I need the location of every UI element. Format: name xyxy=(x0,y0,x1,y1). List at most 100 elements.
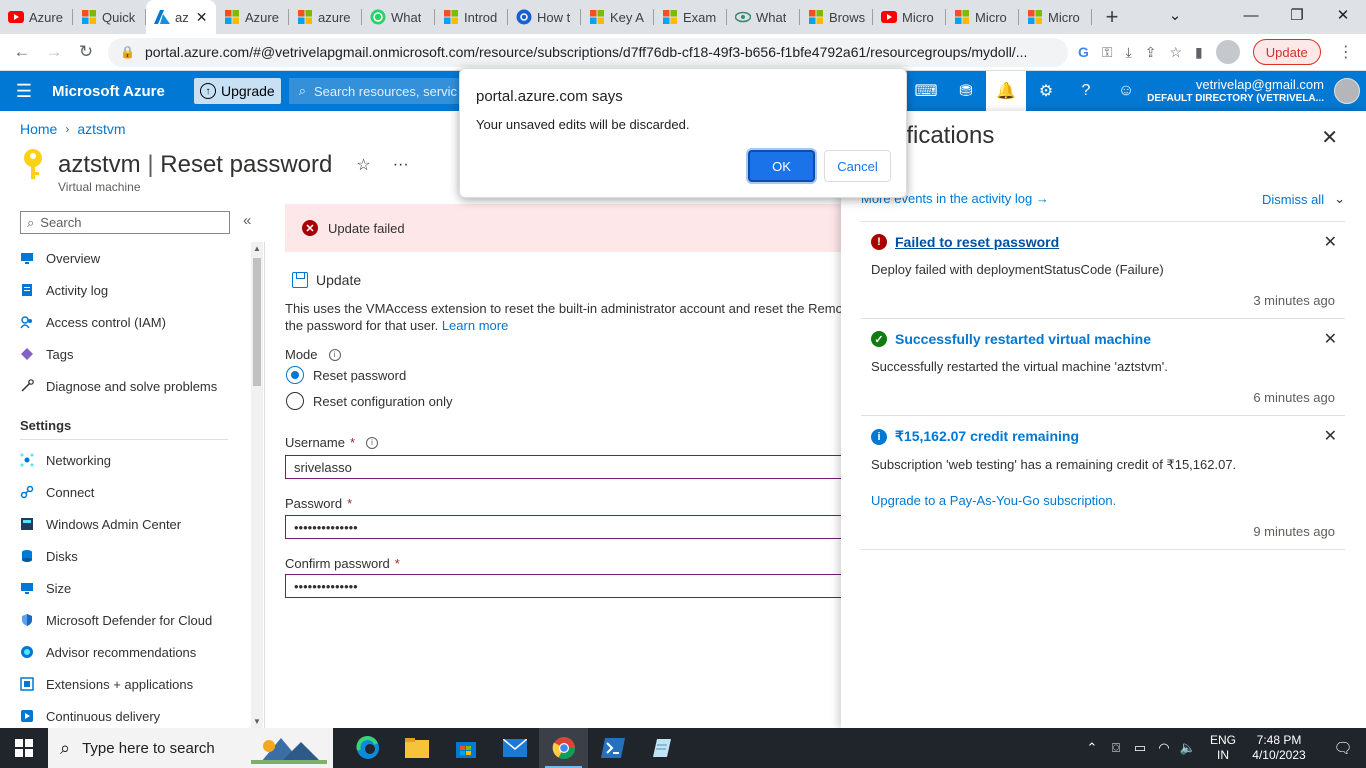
close-icon[interactable]: ✕ xyxy=(1321,125,1338,150)
learn-more-link[interactable]: Learn more xyxy=(442,318,508,333)
radio-button-selected[interactable] xyxy=(286,366,304,384)
notification-title[interactable]: ₹15,162.07 credit remaining xyxy=(895,428,1079,445)
notification-title[interactable]: Successfully restarted virtual machine xyxy=(895,331,1151,347)
clock[interactable]: 7:48 PM 4/10/2023 xyxy=(1248,733,1310,763)
meet-now-icon[interactable]: ⌼ xyxy=(1104,740,1128,756)
radio-button[interactable] xyxy=(286,392,304,410)
new-tab-button[interactable]: + xyxy=(1092,4,1132,30)
tab-search-chevron-icon[interactable]: ⌄ xyxy=(1152,0,1198,34)
portal-menu-icon[interactable]: ☰ xyxy=(0,81,48,102)
store-icon[interactable] xyxy=(441,728,490,768)
close-icon[interactable]: ✕ xyxy=(1324,426,1337,446)
wifi-icon[interactable]: ◠ xyxy=(1152,740,1176,756)
azure-brand[interactable]: Microsoft Azure xyxy=(52,83,194,100)
browser-tab[interactable]: Introd xyxy=(435,0,508,34)
forward-button[interactable]: → xyxy=(38,42,70,62)
chrome-menu-icon[interactable]: ⋮ xyxy=(1338,42,1354,62)
more-options-icon[interactable]: ··· xyxy=(393,156,409,174)
nav-item[interactable]: Disks xyxy=(20,540,250,572)
upgrade-button[interactable]: ↑ Upgrade xyxy=(194,78,281,104)
chevron-up-icon[interactable]: ⌃ xyxy=(1080,740,1104,756)
notification-item[interactable]: i ₹15,162.07 credit remaining Subscription… xyxy=(861,415,1345,550)
confirm-password-field[interactable]: •••••••••••••• xyxy=(285,574,841,598)
browser-tab[interactable]: azure xyxy=(289,0,362,34)
notifications-bell-icon[interactable]: 🔔 xyxy=(986,71,1026,111)
directory-filter-icon[interactable]: ⛃ xyxy=(946,71,986,111)
ok-button[interactable]: OK xyxy=(748,150,815,182)
browser-tab[interactable]: What xyxy=(362,0,435,34)
nav-scrollbar[interactable]: ▲ ▼ xyxy=(251,242,263,728)
nav-item[interactable]: Diagnose and solve problems xyxy=(20,370,250,402)
nav-item[interactable]: Access control (IAM) xyxy=(20,306,250,338)
install-icon[interactable]: ⤓ xyxy=(1126,44,1132,61)
update-button[interactable]: Update xyxy=(292,272,361,288)
start-button[interactable] xyxy=(0,728,48,768)
browser-tab[interactable]: Key A xyxy=(581,0,654,34)
file-explorer-icon[interactable] xyxy=(392,728,441,768)
browser-tab[interactable]: Exam xyxy=(654,0,727,34)
nav-item[interactable]: Extensions + applications xyxy=(20,668,250,700)
restore-button[interactable]: ❐ xyxy=(1274,0,1320,34)
chrome-icon[interactable] xyxy=(539,728,588,768)
global-search-input[interactable]: ⌕ Search resources, servic xyxy=(288,78,459,104)
taskbar-search-input[interactable]: ⌕ Type here to search xyxy=(48,728,333,768)
notification-item[interactable]: ! Failed to reset password Deploy failed w… xyxy=(861,221,1345,318)
username-field[interactable]: srivelasso xyxy=(285,455,841,479)
mail-icon[interactable] xyxy=(490,728,539,768)
feedback-icon[interactable]: ☺ xyxy=(1106,71,1146,111)
language-indicator[interactable]: ENG IN xyxy=(1210,733,1236,763)
nav-item[interactable]: Size xyxy=(20,572,250,604)
error-banner[interactable]: ✕ Update failed xyxy=(285,204,841,252)
nav-item[interactable]: Overview xyxy=(20,242,250,274)
avatar[interactable] xyxy=(1334,78,1360,104)
nav-item[interactable]: Advisor recommendations xyxy=(20,636,250,668)
dismiss-all-button[interactable]: Dismiss all ⌄ xyxy=(1262,191,1345,207)
cancel-button[interactable]: Cancel xyxy=(824,150,891,182)
collapse-nav-icon[interactable]: « xyxy=(243,212,251,229)
breadcrumb-home[interactable]: Home xyxy=(20,121,57,137)
browser-tab[interactable]: Micro xyxy=(1019,0,1092,34)
breadcrumb-resource[interactable]: aztstvm xyxy=(77,121,125,137)
notepad-icon[interactable] xyxy=(637,728,686,768)
sidepanel-icon[interactable]: ▮ xyxy=(1195,44,1203,61)
nav-search-input[interactable]: ⌕ Search xyxy=(20,211,230,234)
chrome-update-button[interactable]: Update xyxy=(1252,39,1321,65)
browser-tab[interactable]: az ✕ xyxy=(146,0,216,34)
close-icon[interactable]: ✕ xyxy=(1324,232,1337,252)
help-icon[interactable]: ? xyxy=(1066,71,1106,111)
url-bar[interactable]: 🔒 portal.azure.com/#@vetrivelapgmail.onm… xyxy=(108,37,1068,67)
key-icon[interactable]: ⚿ xyxy=(1102,44,1113,61)
share-icon[interactable]: ⇪ xyxy=(1145,44,1157,61)
scroll-thumb[interactable] xyxy=(253,258,261,386)
cloud-shell-icon[interactable]: ⌨ xyxy=(906,71,946,111)
tab-close-icon[interactable]: ✕ xyxy=(196,9,208,26)
powershell-icon[interactable] xyxy=(588,728,637,768)
battery-icon[interactable]: ▭ xyxy=(1128,740,1152,756)
nav-item[interactable]: Continuous delivery xyxy=(20,700,250,728)
browser-tab[interactable]: What xyxy=(727,0,800,34)
browser-tab[interactable]: Azure xyxy=(216,0,289,34)
nav-item[interactable]: Networking xyxy=(20,444,250,476)
scroll-down-icon[interactable]: ▼ xyxy=(253,717,261,726)
nav-item[interactable]: Activity log xyxy=(20,274,250,306)
close-icon[interactable]: ✕ xyxy=(1324,329,1337,349)
back-button[interactable]: ← xyxy=(6,42,38,62)
profile-avatar[interactable] xyxy=(1215,40,1240,64)
favorite-star-icon[interactable]: ☆ xyxy=(356,155,370,175)
notification-item[interactable]: ✓ Successfully restarted virtual machine S… xyxy=(861,318,1345,415)
nav-item[interactable]: Tags xyxy=(20,338,250,370)
info-icon[interactable]: i xyxy=(328,348,341,361)
browser-tab[interactable]: Azure xyxy=(0,0,73,34)
password-field[interactable]: •••••••••••••• xyxy=(285,515,841,539)
browser-tab[interactable]: Brows xyxy=(800,0,873,34)
nav-item[interactable]: Connect xyxy=(20,476,250,508)
nav-item[interactable]: Microsoft Defender for Cloud xyxy=(20,604,250,636)
window-close-button[interactable]: ✕ xyxy=(1320,0,1366,34)
browser-tab[interactable]: Quick xyxy=(73,0,146,34)
browser-tab[interactable]: Micro xyxy=(946,0,1019,34)
volume-icon[interactable]: 🔈 xyxy=(1176,740,1200,756)
account-info[interactable]: vetrivelap@gmail.com DEFAULT DIRECTORY (… xyxy=(1147,77,1324,104)
scroll-up-icon[interactable]: ▲ xyxy=(253,244,261,253)
upgrade-subscription-link[interactable]: Upgrade to a Pay-As-You-Go subscription. xyxy=(871,493,1335,508)
settings-gear-icon[interactable]: ⚙ xyxy=(1026,71,1066,111)
